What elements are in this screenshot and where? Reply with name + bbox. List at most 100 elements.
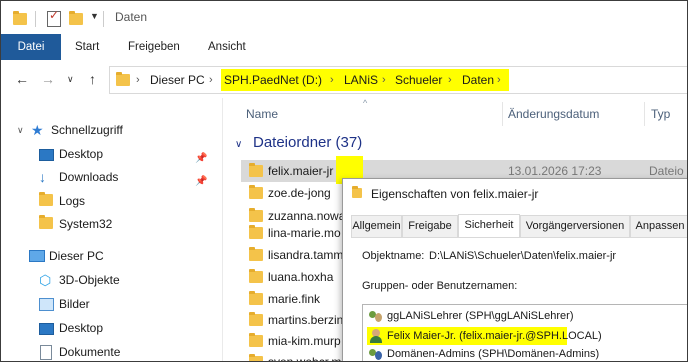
quick-access-divider	[35, 11, 36, 27]
tab-freigeben[interactable]: Freigeben	[128, 34, 180, 60]
sidebar-item-label: Desktop	[59, 147, 104, 161]
tab-start[interactable]: Start	[75, 34, 99, 60]
breadcrumb-dieser-pc[interactable]: Dieser PC	[150, 67, 205, 93]
sidebar-item-label: System32	[59, 217, 113, 231]
chevron-right-icon: ›	[209, 74, 213, 86]
dialog-title-bar[interactable]: Eigenschaften von felix.maier-jr	[343, 179, 687, 209]
3d-objects-icon: ⬡	[39, 272, 52, 288]
tab-freigabe[interactable]: Freigabe	[402, 215, 458, 238]
sidebar-item-this-pc[interactable]: Dieser PC	[1, 244, 221, 268]
column-header-type[interactable]: Typ	[651, 98, 670, 130]
folder-icon	[249, 247, 263, 261]
chevron-right-icon: ›	[382, 74, 386, 86]
breadcrumb-lanis[interactable]: LANiS	[344, 67, 378, 93]
column-header-date[interactable]: Änderungsdatum	[508, 98, 599, 130]
column-header-name[interactable]: Name	[246, 98, 278, 130]
group-header[interactable]: ∨ Dateiordner (37)	[235, 134, 362, 151]
sidebar-item-label: Bilder	[59, 297, 90, 311]
desktop-icon	[39, 323, 54, 335]
back-arrow-icon[interactable]: ←	[15, 60, 29, 98]
sidebar-item-desktop-pc[interactable]: Desktop	[1, 316, 221, 340]
group-label: Dateiordner (37)	[253, 134, 363, 151]
file-name: sven.webcr.m	[268, 355, 342, 362]
tab-datei[interactable]: Datei	[1, 34, 61, 60]
group-names-label: Gruppen- oder Benutzernamen:	[362, 280, 518, 292]
chevron-right-icon: ›	[330, 74, 334, 86]
sidebar-item-label: Dokumente	[59, 345, 121, 359]
file-name: luana.hoxha	[268, 270, 334, 284]
folder-icon	[249, 291, 263, 305]
sort-chevron-icon: ^	[363, 98, 368, 108]
sidebar-item-label: Downloads	[59, 170, 119, 184]
window-title: Daten	[115, 10, 148, 24]
computer-icon	[29, 250, 45, 262]
principals-list[interactable]: ggLANiSLehrer (SPH\ggLANiSLehrer) Felix …	[362, 304, 687, 361]
tab-allgemein[interactable]: Allgemein	[351, 215, 402, 238]
sidebar-item-downloads[interactable]: ↓ Downloads 📌	[1, 165, 221, 189]
file-name: lina-marie.mo	[268, 226, 341, 240]
column-divider[interactable]	[502, 102, 503, 126]
folder-icon	[39, 215, 53, 229]
principal-name: Felix Maier-Jr. (felix.maier-jr.@SPH.LOC…	[387, 330, 602, 342]
sidebar-item-label: Schnellzugriff	[51, 123, 123, 137]
file-name: mia-kim.murp	[268, 334, 341, 348]
group-icon	[369, 347, 383, 361]
sidebar-item-label: Desktop	[59, 321, 104, 335]
properties-dialog: Eigenschaften von felix.maier-jr Allgeme…	[342, 178, 687, 361]
sidebar-item-quick-access[interactable]: ∨ ★ Schnellzugriff	[1, 118, 221, 142]
tab-anpassen[interactable]: Anpassen	[630, 215, 687, 238]
tab-ansicht[interactable]: Ansicht	[208, 34, 246, 60]
address-folder-icon	[116, 72, 130, 86]
tab-sicherheit[interactable]: Sicherheit	[458, 214, 520, 238]
downloads-icon: ↓	[39, 169, 46, 185]
sidebar-item-label: 3D-Objekte	[59, 273, 120, 287]
object-name-value: D:\LANiS\Schueler\Daten\felix.maier-jr	[429, 250, 617, 262]
folder-icon	[249, 354, 263, 361]
column-divider[interactable]	[644, 102, 645, 126]
file-name: lisandra.tamm	[268, 248, 344, 262]
principal-name: Domänen-Admins (SPH\Domänen-Admins)	[387, 348, 600, 360]
file-name: martins.berzin	[268, 313, 344, 327]
chevron-right-icon: ›	[448, 74, 452, 86]
checkmark-icon: ✓	[49, 8, 60, 22]
sidebar-item-label: Dieser PC	[49, 249, 104, 263]
breadcrumb-drive[interactable]: SPH.PaedNet (D:)	[224, 67, 322, 93]
recent-locations-icon[interactable]: ∨	[67, 60, 74, 98]
documents-icon	[40, 345, 52, 360]
chevron-down-icon[interactable]: ∨	[235, 139, 247, 150]
star-icon: ★	[31, 122, 44, 138]
folder-icon	[249, 185, 263, 199]
sidebar-item-desktop[interactable]: Desktop 📌	[1, 142, 221, 166]
customize-dropdown-icon[interactable]: ▼	[90, 11, 99, 21]
sidebar-item-system32[interactable]: System32	[1, 212, 221, 236]
sidebar-item-documents[interactable]: Dokumente	[1, 340, 221, 361]
chevron-down-icon[interactable]: ∨	[17, 118, 24, 142]
sidebar-item-pictures[interactable]: Bilder	[1, 292, 221, 316]
dialog-title: Eigenschaften von felix.maier-jr	[371, 187, 539, 201]
pictures-icon	[39, 298, 54, 311]
principal-name: ggLANiSLehrer (SPH\ggLANiSLehrer)	[387, 310, 574, 322]
folder-icon	[39, 192, 53, 206]
title-divider	[103, 11, 104, 27]
group-icon	[369, 309, 383, 323]
desktop-icon	[39, 149, 54, 161]
folder-icon	[249, 312, 263, 326]
folder-icon	[249, 208, 263, 222]
file-name: marie.fink	[268, 292, 321, 306]
up-arrow-icon[interactable]: ↑	[89, 60, 96, 98]
folder-icon	[249, 333, 263, 347]
address-bar[interactable]: › Dieser PC › SPH.PaedNet (D:) › LANiS ›…	[109, 66, 687, 94]
breadcrumb-daten[interactable]: Daten	[462, 67, 494, 93]
breadcrumb-schueler[interactable]: Schueler	[395, 67, 442, 93]
folder-icon	[249, 163, 263, 177]
sidebar-item-label: Logs	[59, 194, 86, 208]
object-name-label: Objektname:	[362, 250, 425, 262]
tab-vorgaengerversionen[interactable]: Vorgängerversionen	[520, 215, 630, 238]
forward-arrow-icon[interactable]: →	[41, 60, 55, 98]
sidebar-item-logs[interactable]: Logs	[1, 189, 221, 213]
user-icon	[369, 329, 383, 343]
file-name: zoe.de-jong	[268, 186, 331, 200]
explorer-window: ✓ ▼ Daten Datei Start Freigeben Ansicht …	[0, 0, 688, 362]
sidebar-item-3d-objects[interactable]: ⬡ 3D-Objekte	[1, 268, 221, 292]
new-folder-icon[interactable]	[69, 11, 83, 25]
